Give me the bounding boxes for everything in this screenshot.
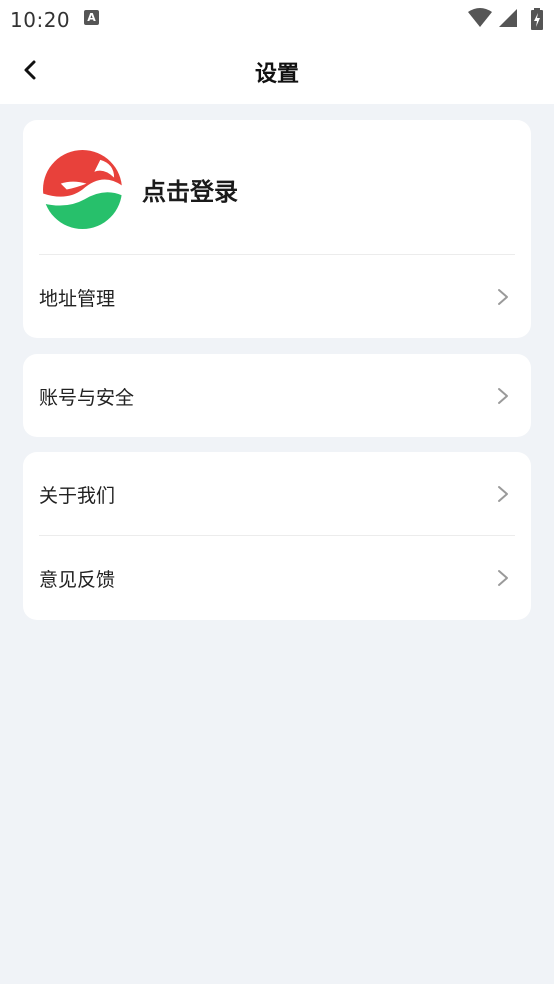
account-card: 账号与安全	[23, 354, 531, 437]
chevron-right-icon	[498, 289, 508, 305]
status-time: 10:20	[10, 8, 71, 32]
login-label: 点击登录	[142, 178, 238, 206]
wifi-icon	[468, 8, 492, 27]
nav-bar: 设置	[0, 38, 554, 104]
settings-item-address[interactable]: 地址管理	[23, 255, 531, 339]
battery-icon	[531, 8, 543, 30]
settings-item-about-us[interactable]: 关于我们	[23, 452, 531, 535]
chevron-right-icon	[498, 570, 508, 586]
status-bar: 10:20 A	[0, 0, 554, 38]
settings-item-feedback[interactable]: 意见反馈	[23, 536, 531, 620]
page-title: 设置	[254, 62, 299, 87]
app-logo	[43, 150, 122, 229]
settings-item-account-security[interactable]: 账号与安全	[23, 354, 531, 437]
info-card: 关于我们 意见反馈	[23, 452, 531, 620]
chevron-right-icon	[498, 388, 508, 404]
settings-item-label: 意见反馈	[39, 569, 116, 591]
notification-icon: A	[84, 10, 99, 25]
chevron-right-icon	[498, 486, 508, 502]
settings-item-label: 关于我们	[39, 485, 116, 507]
login-row[interactable]: 点击登录	[23, 120, 531, 254]
signal-icon	[499, 9, 517, 27]
settings-item-label: 地址管理	[39, 288, 116, 310]
settings-item-label: 账号与安全	[39, 387, 135, 409]
profile-card: 点击登录 地址管理	[23, 120, 531, 338]
